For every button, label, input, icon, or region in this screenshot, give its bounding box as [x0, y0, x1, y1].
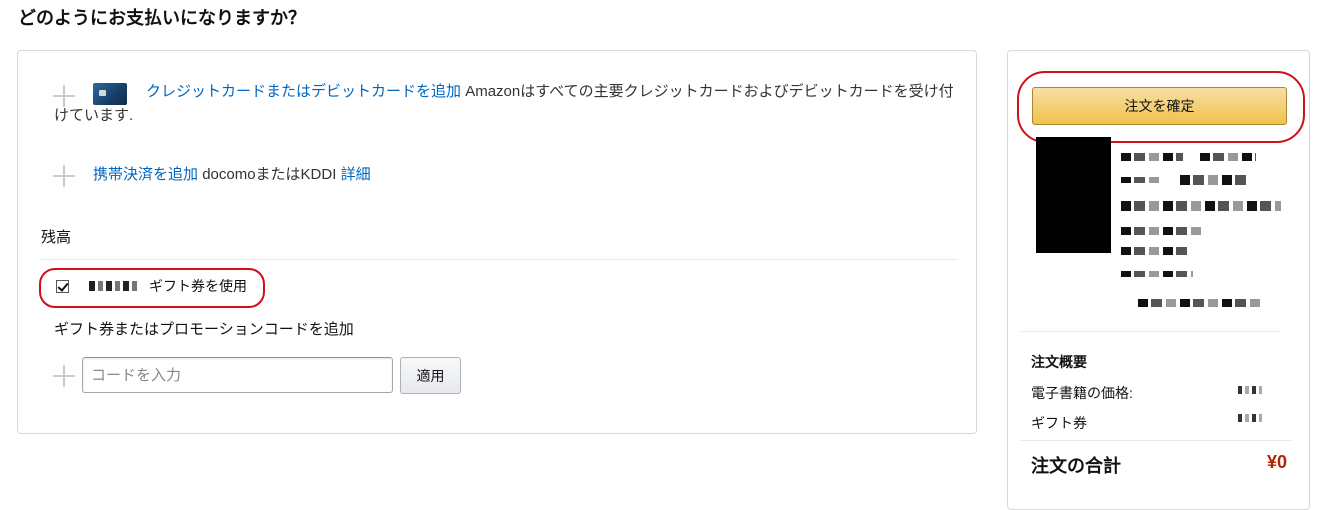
mobile-details-link[interactable]: 詳細 — [341, 166, 371, 183]
add-code-plus-icon — [53, 365, 75, 387]
redacted-product-info — [1121, 227, 1201, 235]
redacted-product-image — [1036, 137, 1111, 253]
mobile-carriers: docomoまたはKDDI — [202, 166, 337, 183]
add-card-link[interactable]: クレジットカードまたはデビットカードを追加 — [146, 83, 461, 100]
gift-card-highlight-oval — [39, 268, 265, 308]
balance-divider — [41, 259, 957, 260]
order-summary-panel: 注文を確定 注文概要 電子書籍の価格: ギフト券 注文の合計 ¥0 — [1007, 50, 1310, 510]
add-mobile-plus-icon[interactable] — [53, 165, 75, 187]
promo-code-input[interactable] — [82, 357, 393, 393]
promo-code-label: ギフト券またはプロモーションコードを追加 — [54, 321, 354, 338]
redacted-product-info — [1121, 271, 1193, 277]
order-summary-title: 注文概要 — [1031, 354, 1087, 370]
ebook-price-label: 電子書籍の価格: — [1031, 385, 1133, 401]
payment-methods-panel: クレジットカードまたはデビットカードを追加 Amazonはすべての主要クレジット… — [17, 50, 977, 434]
redacted-ebook-price — [1238, 386, 1262, 394]
place-order-highlight-oval — [1017, 71, 1305, 143]
balance-section-label: 残高 — [41, 229, 72, 246]
page-title: どのようにお支払いになりますか？ — [18, 8, 306, 28]
redacted-product-info — [1200, 153, 1256, 161]
redacted-product-info — [1121, 201, 1281, 211]
redacted-product-info — [1180, 175, 1250, 185]
redacted-product-info — [1121, 247, 1191, 255]
gift-card-label: ギフト券 — [1031, 415, 1087, 431]
redacted-gift-card-amount — [1238, 414, 1262, 422]
apply-code-button[interactable]: 適用 — [400, 357, 461, 394]
redacted-product-info — [1121, 177, 1161, 183]
add-card-row: クレジットカードまたはデビットカードを追加 Amazonはすべての主要クレジット… — [54, 80, 959, 128]
redacted-product-info — [1121, 153, 1183, 161]
add-mobile-payment-link[interactable]: 携帯決済を追加 — [93, 166, 198, 183]
order-total-label: 注文の合計 — [1031, 456, 1121, 476]
add-mobile-row: 携帯決済を追加 docomoまたはKDDI 詳細 — [93, 165, 371, 185]
redacted-product-info — [1138, 299, 1260, 307]
order-total-value: ¥0 — [1266, 452, 1287, 472]
summary-divider — [1021, 331, 1281, 332]
total-divider — [1021, 440, 1291, 441]
